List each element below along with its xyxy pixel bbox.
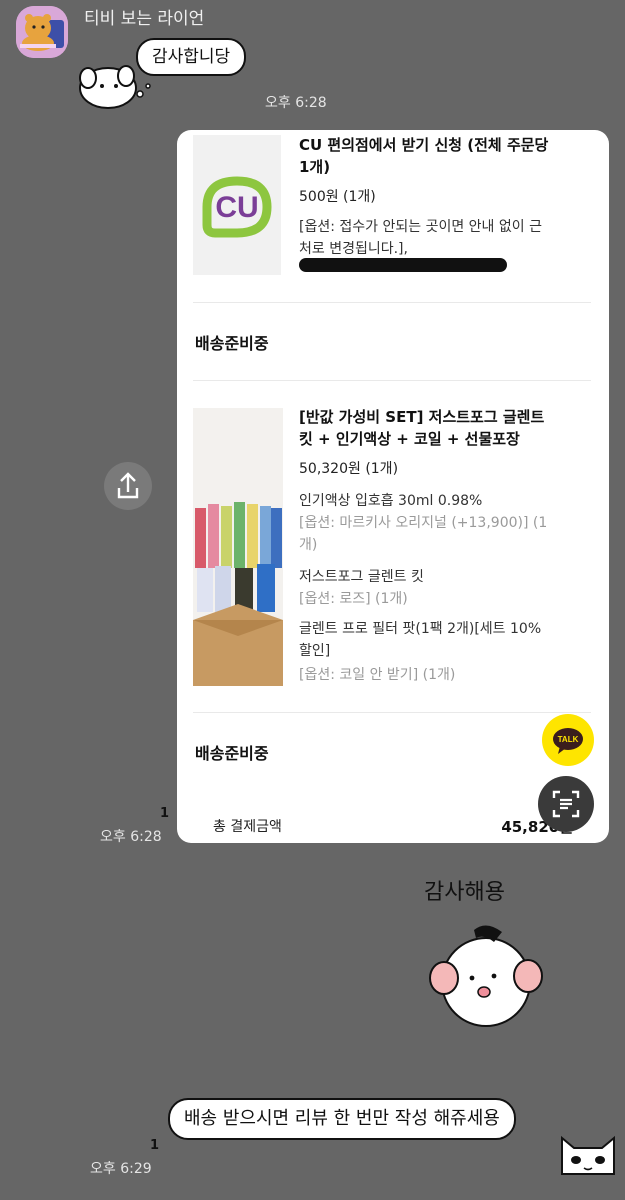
- sender-name: 티비 보는 라이언: [84, 9, 205, 29]
- shipping-status-1: 배송준비중: [195, 334, 269, 353]
- item1-option-line1: [옵션: 접수가 안되는 곳이면 안내 없이 근: [299, 219, 542, 235]
- item1-option-line2: 처로 변경됩니다.],: [299, 241, 408, 257]
- live-text-icon: [552, 790, 580, 818]
- cu-product-image: CU: [193, 135, 281, 275]
- item1-price: 500원 (1개): [299, 189, 376, 205]
- vape-set-product-image: [193, 408, 283, 686]
- sender-avatar[interactable]: [16, 6, 68, 58]
- sub-item3-name-line1: 글렌트 프로 필터 팟(1팩 2개)[세트 10%: [299, 621, 542, 637]
- kakao-talk-button[interactable]: TALK: [542, 714, 594, 766]
- text-scan-button[interactable]: [538, 776, 594, 832]
- cat-sticker-icon: [561, 1135, 615, 1175]
- sub-item1-option-line2: 개): [299, 537, 318, 553]
- divider: [193, 712, 591, 713]
- sub-item2-option: [옵션: 로즈] (1개): [299, 591, 408, 607]
- divider: [193, 380, 591, 381]
- cu-logo-icon: CU: [202, 176, 272, 238]
- divider: [193, 302, 591, 303]
- shipping-status-2: 배송준비중: [195, 744, 269, 763]
- message-time: 오후 6:29: [90, 1161, 152, 1177]
- sub-item3-option: [옵션: 코일 안 받기] (1개): [299, 667, 456, 683]
- sub-item3-name-line2: 할인]: [299, 643, 331, 659]
- sub-item2-name: 저스트포그 글렌트 킷: [299, 569, 424, 585]
- sub-item1-name: 인기액상 입호흡 30ml 0.98%: [299, 493, 483, 509]
- item2-title-line2: 킷 + 인기액상 + 코일 + 선물포장: [299, 430, 520, 448]
- message-bubble: 배송 받으시면 리뷰 한 번만 작성 해쥬세용: [168, 1098, 516, 1140]
- sticker-caption: 감사해용: [424, 880, 505, 905]
- fluffy-dog-sticker-icon: [429, 925, 543, 1027]
- total-label: 총 결제금액: [213, 819, 282, 835]
- message-time: 오후 6:28: [265, 95, 327, 111]
- item1-title-line1: CU 편의점에서 받기 신청 (전체 주문당: [299, 136, 549, 154]
- talk-bubble-icon: TALK: [553, 728, 583, 754]
- message-time: 오후 6:28: [100, 829, 162, 845]
- svg-text:CU: CU: [215, 191, 258, 224]
- unread-count: 1: [160, 806, 170, 821]
- item2-title-line1: [반값 가성비 SET] 저스트포그 글렌트: [299, 408, 545, 426]
- share-icon: [117, 472, 139, 499]
- sub-item1-option-line1: [옵션: 마르키사 오리지널 (+13,900)] (1: [299, 515, 548, 531]
- share-button[interactable]: [104, 462, 152, 510]
- item1-title-line2: 1개): [299, 158, 331, 176]
- unread-count: 1: [150, 1138, 160, 1153]
- sticker-speech-bubble: 감사합니당: [136, 38, 247, 76]
- item2-price: 50,320원 (1개): [299, 461, 399, 477]
- talk-label: TALK: [558, 735, 579, 744]
- product-bottles-icon: [193, 408, 283, 686]
- ryan-avatar-icon: [16, 6, 68, 58]
- redaction-mark: [299, 258, 507, 272]
